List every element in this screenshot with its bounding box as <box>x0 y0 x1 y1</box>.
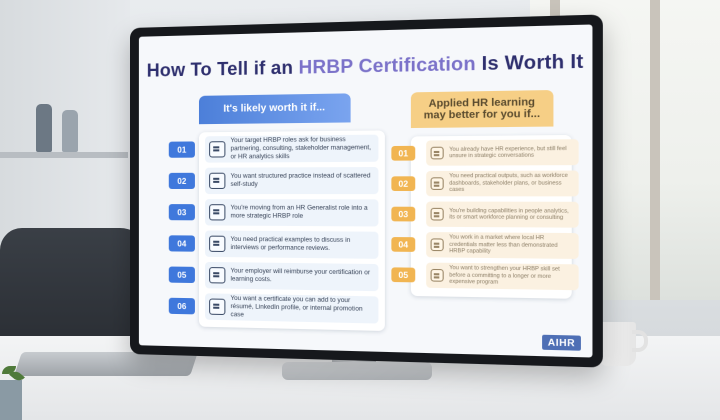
applied-learning-header: Applied HR learning may better for you i… <box>410 89 554 129</box>
item-card: You work in a market where local HR cred… <box>426 232 579 259</box>
item-card: You need practical outputs, such as work… <box>426 170 579 197</box>
shelf-bottle <box>62 110 78 152</box>
item-number-badge: 05 <box>168 266 195 284</box>
item-number-badge: 02 <box>168 172 195 189</box>
list-item: 01 Your target HRBP roles ask for busines… <box>168 134 379 163</box>
document-icon <box>209 141 226 158</box>
coffee-mug <box>598 322 636 366</box>
item-number-badge: 04 <box>168 235 195 252</box>
item-card: You want to strengthen your HRBP skill s… <box>426 262 579 291</box>
list-item: 03 You're moving from an HR Generalist ro… <box>168 199 379 227</box>
item-text: You work in a market where local HR cred… <box>449 234 558 256</box>
item-text: You need practical outputs, such as work… <box>449 172 568 194</box>
reimbursement-icon <box>209 267 226 284</box>
list-item: 05 You want to strengthen your HRBP skill… <box>391 262 579 291</box>
checklist-icon <box>209 172 226 189</box>
list-item: 02 You need practical outputs, such as wo… <box>391 170 579 197</box>
growth-icon <box>430 268 444 282</box>
item-card: Your target HRBP roles ask for business … <box>205 134 379 163</box>
list-item: 02 You want structured practice instead o… <box>168 166 379 195</box>
list-item: 06 You want a certificate you can add to … <box>168 293 379 324</box>
item-card: You want a certificate you can add to yo… <box>205 293 379 324</box>
item-text: You're building capabilities in people a… <box>449 207 569 222</box>
item-card: You want structured practice instead of … <box>205 166 379 195</box>
item-number-badge: 01 <box>391 145 416 161</box>
chat-icon <box>430 146 444 160</box>
wall-shelf <box>0 152 128 158</box>
item-text: You want a certificate you can add to yo… <box>230 295 363 319</box>
office-chair <box>0 228 150 348</box>
window-frame <box>650 0 660 300</box>
list-item: 05 Your employer will reimburse your cert… <box>168 261 379 292</box>
item-card: You need practical examples to discuss i… <box>205 230 379 259</box>
list-item: 04 You need practical examples to discuss… <box>168 230 379 259</box>
item-text: You're moving from an HR Generalist role… <box>230 204 368 220</box>
case-study-icon <box>209 235 226 253</box>
page-title: How To Tell if an HRBP Certification Is … <box>139 50 593 81</box>
analytics-icon <box>430 207 444 221</box>
item-number-badge: 03 <box>168 204 195 221</box>
monitor-stand-base <box>282 362 432 380</box>
item-card: You're moving from an HR Generalist role… <box>205 199 379 227</box>
item-text: You want structured practice instead of … <box>230 172 371 188</box>
certificate-icon <box>209 298 226 316</box>
title-part: How To Tell if an <box>146 57 299 81</box>
worth-it-header: It's likely worth it if... <box>198 93 351 125</box>
item-number-badge: 06 <box>168 297 195 315</box>
item-number-badge: 01 <box>168 141 195 158</box>
item-text: You want to strengthen your HRBP skill s… <box>449 265 560 287</box>
title-accent: HRBP Certification <box>298 53 476 78</box>
item-text: You need practical examples to discuss i… <box>230 236 351 253</box>
worth-it-column: It's likely worth it if... 01 Your target… <box>168 93 385 332</box>
item-text: You already have HR experience, but stil… <box>449 145 567 160</box>
applied-learning-column: Applied HR learning may better for you i… <box>391 89 581 299</box>
monitor-screen: How To Tell if an HRBP Certification Is … <box>138 24 593 358</box>
team-icon <box>430 238 444 252</box>
shelf-bottle <box>36 104 52 152</box>
laptop <box>14 352 198 376</box>
item-number-badge: 03 <box>391 206 416 222</box>
list-item: 03 You're building capabilities in people… <box>391 201 579 228</box>
item-number-badge: 02 <box>391 176 416 191</box>
list-item: 04 You work in a market where local HR cr… <box>391 232 579 259</box>
title-part: Is Worth It <box>475 50 584 75</box>
item-card: You already have HR experience, but stil… <box>426 139 579 166</box>
item-card: You're building capabilities in people a… <box>426 201 579 228</box>
document-icon <box>430 177 444 190</box>
item-card: Your employer will reimburse your certif… <box>205 261 379 292</box>
item-number-badge: 05 <box>391 267 416 283</box>
item-text: Your employer will reimburse your certif… <box>230 267 371 284</box>
list-item: 01 You already have HR experience, but st… <box>391 139 579 166</box>
item-number-badge: 04 <box>391 237 416 252</box>
monitor: How To Tell if an HRBP Certification Is … <box>130 14 603 368</box>
brand-logo: AIHR <box>542 334 581 351</box>
item-text: Your target HRBP roles ask for business … <box>230 136 372 161</box>
plant-pot <box>0 380 22 420</box>
career-path-icon <box>209 204 226 221</box>
